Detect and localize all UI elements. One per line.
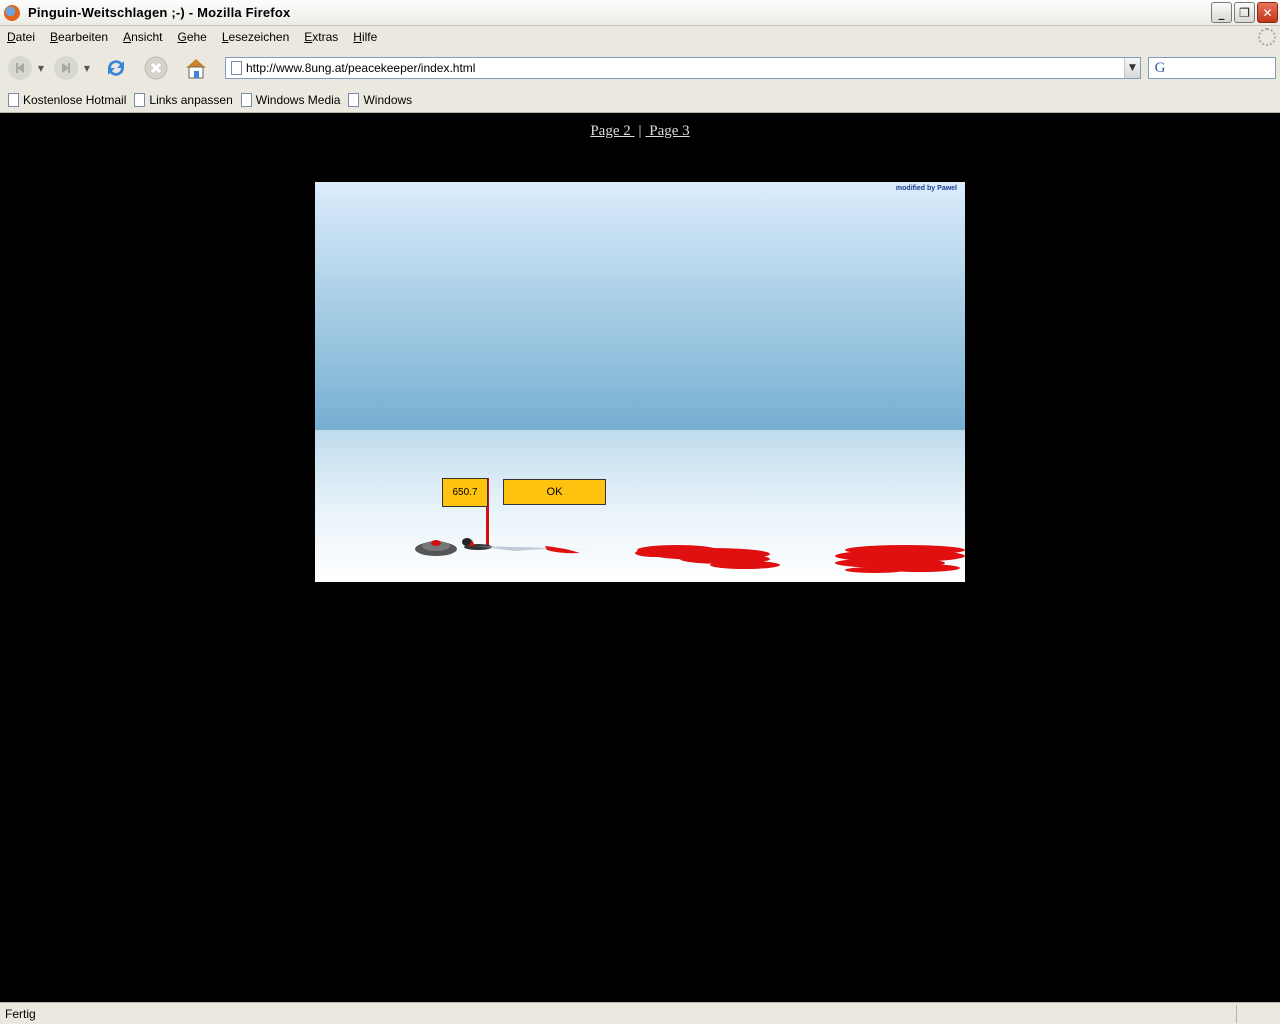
menu-bar: Datei Bearbeiten Ansicht Gehe Lesezeiche… bbox=[0, 26, 1280, 48]
minimize-button[interactable]: _ bbox=[1211, 2, 1232, 23]
distance-score: 650.7 bbox=[442, 478, 488, 507]
home-icon bbox=[186, 59, 206, 79]
menu-lesezeichen[interactable]: Lesezeichen bbox=[215, 30, 297, 44]
reload-icon bbox=[108, 60, 124, 76]
page-content: Page 2 | Page 3 modified by Pawel 650.7 … bbox=[0, 114, 1280, 1002]
menu-extras[interactable]: Extras bbox=[297, 30, 346, 44]
stop-icon bbox=[144, 56, 168, 80]
page-icon bbox=[8, 93, 19, 107]
blood-splatter-1 bbox=[635, 545, 780, 569]
menu-datei[interactable]: Datei bbox=[0, 30, 43, 44]
url-history-dropdown[interactable]: ▼ bbox=[1124, 58, 1140, 78]
address-bar: ▼ bbox=[225, 57, 1141, 79]
home-button[interactable] bbox=[180, 52, 212, 84]
back-history-dropdown[interactable]: ▼ bbox=[36, 64, 46, 73]
window-title: Pinguin-Weitschlagen ;-) - Mozilla Firef… bbox=[28, 5, 291, 20]
title-bar: Pinguin-Weitschlagen ;-) - Mozilla Firef… bbox=[0, 0, 1280, 26]
bookmark-windows[interactable]: Windows bbox=[348, 93, 412, 107]
menu-ansicht[interactable]: Ansicht bbox=[116, 30, 170, 44]
bookmark-links-anpassen[interactable]: Links anpassen bbox=[134, 93, 233, 107]
link-separator: | bbox=[638, 123, 642, 139]
url-input[interactable] bbox=[242, 59, 1124, 77]
penguin-sprite bbox=[462, 538, 593, 551]
throbber-icon bbox=[1258, 28, 1276, 46]
bookmark-windows-media[interactable]: Windows Media bbox=[240, 93, 340, 107]
status-bar: Fertig bbox=[0, 1002, 1280, 1024]
search-input[interactable] bbox=[1171, 59, 1275, 77]
stop-button[interactable] bbox=[140, 52, 172, 84]
forward-arrow-icon bbox=[54, 56, 78, 80]
blood-trail-small bbox=[545, 546, 580, 554]
blood-splatter-2 bbox=[835, 545, 965, 573]
search-bar: G bbox=[1148, 57, 1276, 79]
search-engine-icon[interactable]: G bbox=[1149, 59, 1171, 77]
page-icon bbox=[231, 61, 242, 75]
page-icon bbox=[240, 93, 252, 107]
menu-bearbeiten[interactable]: Bearbeiten bbox=[43, 30, 116, 44]
game-canvas[interactable]: modified by Pawel 650.7 OK bbox=[315, 182, 965, 582]
ok-button[interactable]: OK bbox=[503, 479, 606, 505]
forward-history-dropdown[interactable]: ▼ bbox=[82, 64, 92, 73]
back-button[interactable] bbox=[4, 52, 36, 84]
menu-gehe[interactable]: Gehe bbox=[170, 30, 214, 44]
back-arrow-icon bbox=[8, 56, 32, 80]
bookmarks-toolbar: Kostenlose Hotmail Links anpassen Window… bbox=[0, 88, 1280, 113]
forward-button[interactable] bbox=[50, 52, 82, 84]
bookmark-kostenlose-hotmail[interactable]: Kostenlose Hotmail bbox=[8, 93, 126, 107]
navigation-toolbar: ▼ ▼ ▼ G bbox=[0, 48, 1280, 88]
page-navigation: Page 2 | Page 3 bbox=[0, 123, 1280, 140]
page-icon bbox=[134, 93, 146, 107]
window-controls: _ ❐ ✕ bbox=[1211, 2, 1278, 23]
page-3-link[interactable]: Page 3 bbox=[646, 123, 689, 139]
close-button[interactable]: ✕ bbox=[1257, 2, 1278, 23]
status-text: Fertig bbox=[5, 1006, 36, 1021]
game-scene bbox=[415, 478, 965, 573]
reload-button[interactable] bbox=[100, 52, 132, 84]
page-2-link[interactable]: Page 2 bbox=[590, 123, 634, 139]
page-icon bbox=[348, 93, 360, 107]
menu-hilfe[interactable]: Hilfe bbox=[346, 30, 385, 44]
maximize-button[interactable]: ❐ bbox=[1234, 2, 1255, 23]
status-panel bbox=[1236, 1005, 1280, 1023]
firefox-icon bbox=[4, 4, 20, 21]
